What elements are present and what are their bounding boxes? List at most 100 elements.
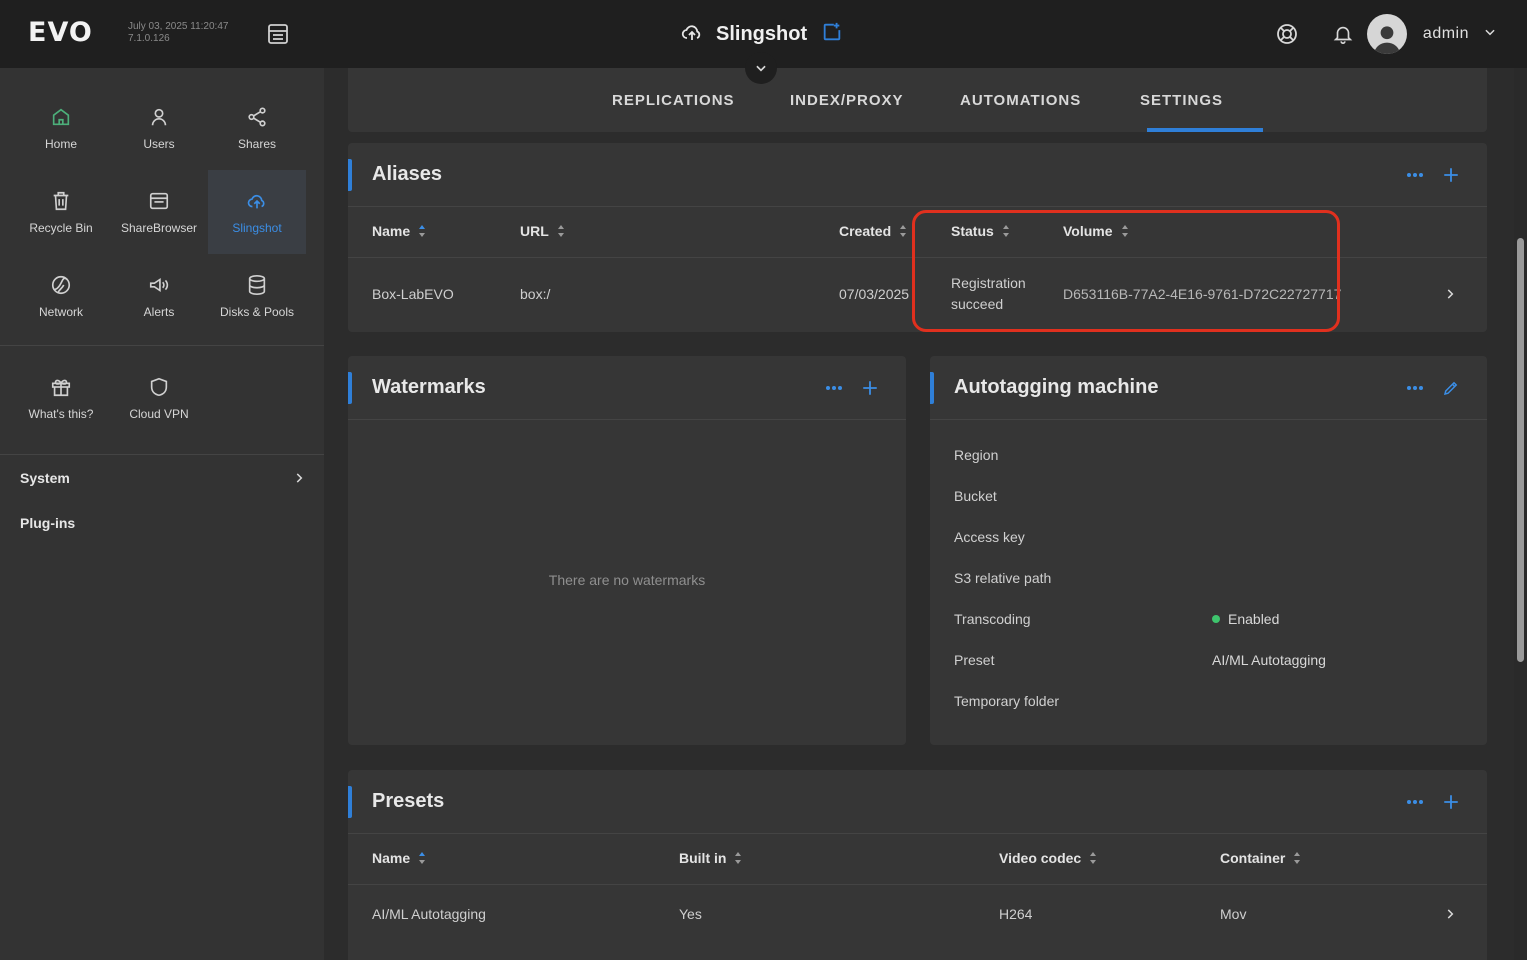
tab-replications[interactable]: REPLICATIONS <box>612 92 735 109</box>
aliases-title: Aliases <box>372 163 443 185</box>
cloud-upload-icon <box>680 20 704 49</box>
chevron-right-icon[interactable] <box>1443 287 1459 303</box>
empty-state-text: There are no watermarks <box>548 572 706 588</box>
chevron-down-icon[interactable] <box>1483 25 1497 44</box>
chevron-right-icon[interactable] <box>1443 907 1459 923</box>
app-tile-alerts[interactable]: Alerts <box>110 254 208 338</box>
sidebar-divider <box>0 454 324 455</box>
col-header-name[interactable]: Name <box>372 850 426 866</box>
app-tile-users[interactable]: Users <box>110 86 208 170</box>
watermarks-title: Watermarks <box>372 376 486 398</box>
gift-icon <box>49 375 73 399</box>
sort-icon <box>900 225 907 237</box>
open-external-icon[interactable] <box>821 21 843 48</box>
row-divider <box>348 884 1487 885</box>
col-header-url[interactable]: URL <box>520 223 565 239</box>
sidebar-divider <box>0 345 324 346</box>
autotagging-title: Autotagging machine <box>954 376 1159 398</box>
trash-icon <box>49 189 73 213</box>
transcoding-status: Enabled <box>1212 611 1279 627</box>
app-title-text: Slingshot <box>716 22 808 45</box>
tab-settings[interactable]: SETTINGS <box>1140 92 1223 109</box>
col-header-built-in[interactable]: Built in <box>679 850 742 866</box>
scrollbar-thumb[interactable] <box>1517 238 1524 662</box>
watermarks-card: Watermarks There are no watermarks <box>348 356 906 745</box>
alias-created: 07/03/2025 <box>839 286 910 302</box>
label-transcoding: Transcoding <box>954 611 1031 627</box>
col-header-container[interactable]: Container <box>1220 850 1301 866</box>
tab-automations[interactable]: AUTOMATIONS <box>960 92 1081 109</box>
presets-header: Presets <box>348 770 1487 834</box>
autotagging-card: Autotagging machine Region Bucket Access… <box>930 356 1487 745</box>
browser-icon <box>147 189 171 213</box>
sort-icon <box>419 852 426 864</box>
user-avatar[interactable] <box>1366 14 1407 54</box>
tab-index-proxy[interactable]: INDEX/PROXY <box>790 92 904 109</box>
evo-logo[interactable]: EVO <box>28 19 93 46</box>
help-lifebuoy-icon[interactable] <box>1275 22 1299 46</box>
col-header-video-codec[interactable]: Video codec <box>999 850 1097 866</box>
col-header-name[interactable]: Name <box>372 223 426 239</box>
preset-value: AI/ML Autotagging <box>1212 652 1326 668</box>
more-options-icon[interactable] <box>1405 378 1425 398</box>
app-tile-disks-pools[interactable]: Disks & Pools <box>208 254 306 338</box>
scrollbar[interactable] <box>1514 68 1527 960</box>
user-icon <box>147 105 171 129</box>
sidebar-item-system[interactable]: System <box>20 470 70 486</box>
app-tile-network[interactable]: Network <box>12 254 110 338</box>
app-tile-cloud-vpn[interactable]: Cloud VPN <box>110 356 208 440</box>
active-tab-indicator <box>1147 128 1263 132</box>
chevron-right-icon[interactable] <box>292 471 306 490</box>
more-options-icon[interactable] <box>1405 792 1425 812</box>
collapse-header-button[interactable] <box>745 52 777 84</box>
app-tile-whats-this[interactable]: What's this? <box>12 356 110 440</box>
username[interactable]: admin <box>1423 25 1469 43</box>
sort-icon <box>1090 852 1097 864</box>
sidebar-item-plugins[interactable]: Plug-ins <box>20 515 75 531</box>
label-preset: Preset <box>954 652 995 668</box>
preset-name: AI/ML Autotagging <box>372 906 486 922</box>
more-options-icon[interactable] <box>824 378 844 398</box>
presets-title: Presets <box>372 790 445 812</box>
app-title: Slingshot <box>680 20 843 48</box>
share-icon <box>245 105 269 129</box>
label-access-key: Access key <box>954 529 1025 545</box>
app-grid: Home Users Shares Recycle Bin ShareBrows… <box>12 86 306 338</box>
app-tile-shares[interactable]: Shares <box>208 86 306 170</box>
alias-url: box:/ <box>520 286 551 302</box>
app-tile-slingshot[interactable]: Slingshot <box>208 170 306 254</box>
sort-icon <box>735 852 742 864</box>
preset-video-codec: H264 <box>999 906 1033 922</box>
add-icon[interactable] <box>1441 165 1461 185</box>
add-icon[interactable] <box>1441 792 1461 812</box>
build-info: July 03, 2025 11:20:47 7.1.0.126 <box>128 21 228 45</box>
accent-bar <box>348 786 352 818</box>
sidebar-toggle-icon[interactable] <box>266 22 290 46</box>
extras-grid: What's this? Cloud VPN <box>12 356 208 440</box>
add-icon[interactable] <box>860 378 880 398</box>
accent-bar <box>348 159 352 191</box>
main-content: REPLICATIONS INDEX/PROXY AUTOMATIONS SET… <box>324 68 1514 960</box>
app-tile-sharebrowser[interactable]: ShareBrowser <box>110 170 208 254</box>
top-right-actions: admin <box>1275 14 1497 54</box>
accent-bar <box>930 372 934 404</box>
watermarks-header: Watermarks <box>348 356 906 420</box>
notification-bell-icon[interactable] <box>1331 22 1355 46</box>
sort-icon <box>419 225 426 237</box>
col-header-created[interactable]: Created <box>839 223 907 239</box>
database-icon <box>245 273 269 297</box>
preset-built-in: Yes <box>679 906 702 922</box>
edit-pencil-icon[interactable] <box>1441 378 1461 398</box>
accent-bar <box>348 372 352 404</box>
status-dot <box>1212 615 1220 623</box>
sort-icon <box>557 225 564 237</box>
label-temporary-folder: Temporary folder <box>954 693 1060 709</box>
network-icon <box>49 273 73 297</box>
annotation-highlight-box <box>912 210 1340 332</box>
tab-bar: REPLICATIONS INDEX/PROXY AUTOMATIONS SET… <box>348 68 1487 132</box>
app-tile-home[interactable]: Home <box>12 86 110 170</box>
presets-card: Presets Name Built in Video codec Contai… <box>348 770 1487 960</box>
app-tile-recycle-bin[interactable]: Recycle Bin <box>12 170 110 254</box>
autotagging-header: Autotagging machine <box>930 356 1487 420</box>
more-options-icon[interactable] <box>1405 165 1425 185</box>
